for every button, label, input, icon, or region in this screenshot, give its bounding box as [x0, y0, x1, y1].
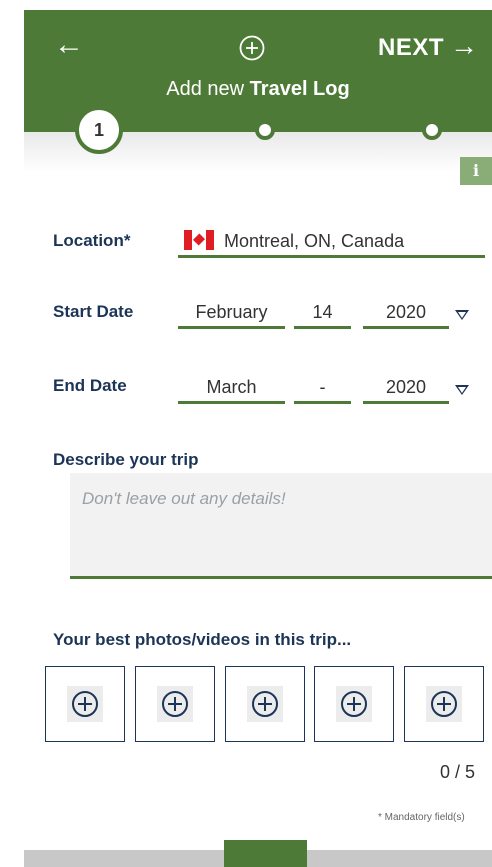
photo-slot-3[interactable]: [225, 666, 305, 742]
photo-slot-5[interactable]: [404, 666, 484, 742]
location-label: Location*: [53, 231, 131, 250]
back-arrow-icon[interactable]: ←: [54, 30, 84, 60]
add-photo-icon: [341, 691, 367, 717]
start-date-dropdown-icon[interactable]: [455, 310, 469, 320]
photo-slot-4[interactable]: [314, 666, 394, 742]
description-textarea[interactable]: Don't leave out any details!: [70, 473, 492, 579]
photo-slot-1[interactable]: [45, 666, 125, 742]
bottom-bar-indicator[interactable]: [224, 840, 307, 867]
add-photo-icon: [431, 691, 457, 717]
next-arrow-icon: →: [450, 30, 479, 61]
end-date-label: End Date: [53, 376, 127, 395]
add-photo-icon: [252, 691, 278, 717]
page-title: Add new Travel Log: [166, 78, 350, 100]
add-photo-icon: [72, 691, 98, 717]
start-day-field[interactable]: 14: [294, 299, 351, 329]
end-day-field[interactable]: -: [294, 374, 351, 404]
step-1-indicator[interactable]: 1: [75, 106, 123, 154]
mandatory-note: * Mandatory field(s): [378, 812, 465, 823]
start-year-field[interactable]: 2020: [363, 299, 449, 329]
add-photo-icon: [162, 691, 188, 717]
end-month-field[interactable]: March: [178, 374, 285, 404]
photos-label: Your best photos/videos in this trip...: [53, 630, 352, 649]
canada-flag-icon: [184, 230, 214, 250]
start-month-field[interactable]: February: [178, 299, 285, 329]
step-2-indicator[interactable]: [255, 120, 275, 140]
step-3-indicator[interactable]: [422, 120, 442, 140]
end-year-field[interactable]: 2020: [363, 374, 449, 404]
info-icon[interactable]: i: [460, 157, 492, 185]
start-date-label: Start Date: [53, 302, 134, 321]
photo-counter: 0 / 5: [440, 762, 476, 782]
next-label: NEXT: [378, 34, 445, 61]
location-value: Montreal, ON, Canada: [224, 231, 405, 251]
description-label: Describe your trip: [53, 450, 199, 469]
add-circle-icon[interactable]: [238, 34, 266, 62]
next-button[interactable]: NEXT →: [378, 30, 479, 62]
location-field[interactable]: Montreal, ON, Canada: [178, 228, 485, 258]
end-date-dropdown-icon[interactable]: [455, 385, 469, 395]
photo-slot-2[interactable]: [135, 666, 215, 742]
description-placeholder: Don't leave out any details!: [82, 489, 286, 508]
